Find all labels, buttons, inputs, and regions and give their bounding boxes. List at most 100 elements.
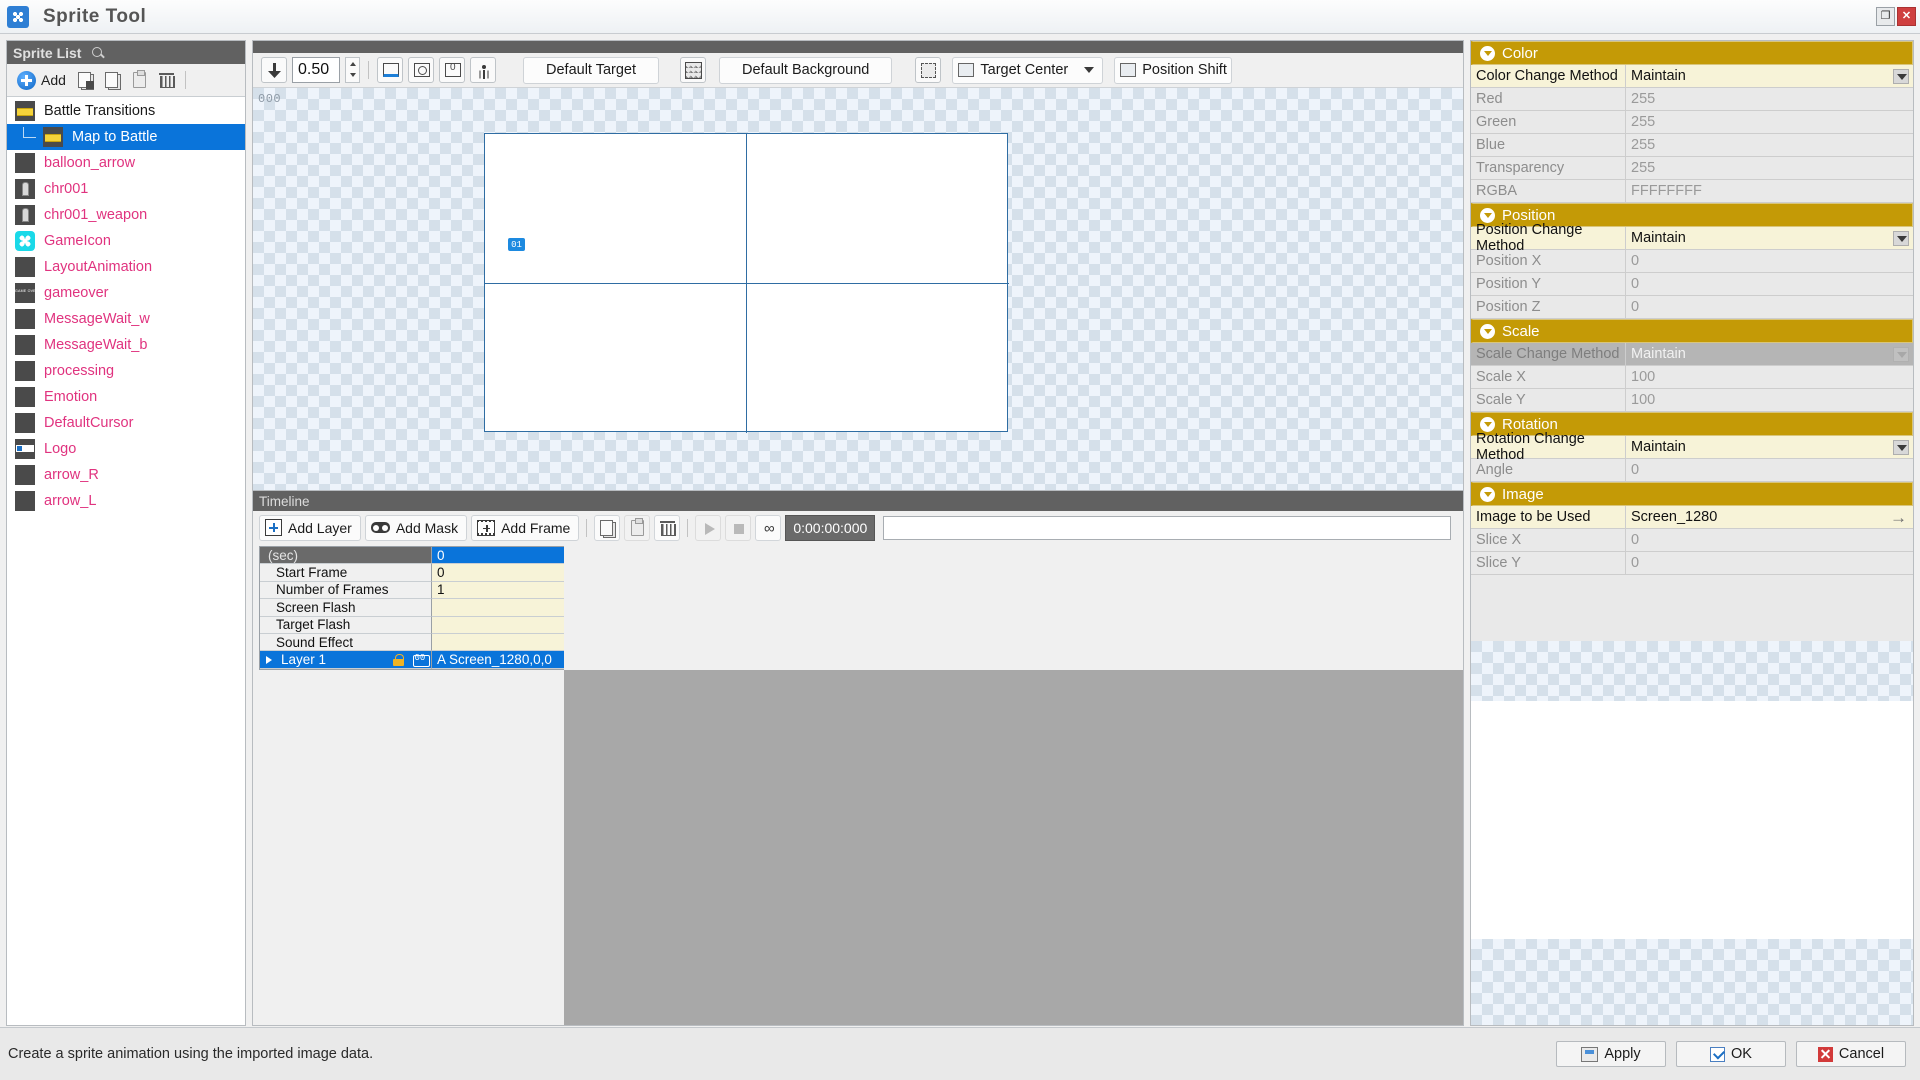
search-icon[interactable] xyxy=(91,46,105,60)
arrow-right-icon[interactable]: → xyxy=(1890,509,1907,526)
timeline-row-value[interactable]: 0 xyxy=(432,547,564,564)
property-row[interactable]: Position Y0 xyxy=(1471,273,1913,296)
property-value[interactable]: Maintain xyxy=(1626,65,1913,88)
timeline-row[interactable]: Target Flash xyxy=(260,617,564,634)
sprite-list-item[interactable]: processing xyxy=(7,358,245,384)
property-row[interactable]: Position Change MethodMaintain xyxy=(1471,227,1913,250)
loop-icon[interactable]: ∞ xyxy=(755,515,781,541)
person-view-icon[interactable] xyxy=(470,57,496,83)
target-image-icon[interactable] xyxy=(680,57,706,83)
add-mask-button[interactable]: Add Mask xyxy=(365,515,467,541)
property-value[interactable]: Maintain xyxy=(1626,343,1913,366)
position-shift-button[interactable]: Position Shift xyxy=(1114,57,1232,84)
add-sprite-button[interactable]: Add xyxy=(13,69,70,92)
property-value[interactable]: 255 xyxy=(1626,88,1913,111)
sprite-stage[interactable] xyxy=(484,133,1008,432)
property-value[interactable]: 0 xyxy=(1626,529,1913,552)
trash-icon[interactable] xyxy=(155,69,178,92)
number-view-icon[interactable] xyxy=(439,57,465,83)
property-value[interactable]: 0 xyxy=(1626,296,1913,319)
ok-button[interactable]: OK xyxy=(1676,1041,1786,1067)
duplicate-icon[interactable] xyxy=(74,69,97,92)
property-row[interactable]: Rotation Change MethodMaintain xyxy=(1471,436,1913,459)
timeline-delete-icon[interactable] xyxy=(654,515,680,541)
property-row[interactable]: Image to be UsedScreen_1280→ xyxy=(1471,506,1913,529)
property-value[interactable]: Maintain xyxy=(1626,436,1913,459)
sprite-list-item[interactable]: MessageWait_w xyxy=(7,306,245,332)
timeline-row-value[interactable] xyxy=(432,634,564,651)
property-value[interactable]: FFFFFFFF xyxy=(1626,180,1913,203)
copy-icon[interactable] xyxy=(101,69,124,92)
sprite-list-item[interactable]: GameIcon xyxy=(7,228,245,254)
close-button[interactable]: ✕ xyxy=(1897,7,1916,26)
timeline-canvas-body[interactable] xyxy=(253,670,1463,1025)
property-row[interactable]: Position Z0 xyxy=(1471,296,1913,319)
properties-panel[interactable]: ColorColor Change MethodMaintainRed255Gr… xyxy=(1470,40,1914,1026)
property-row[interactable]: Transparency255 xyxy=(1471,157,1913,180)
property-row[interactable]: Blue255 xyxy=(1471,134,1913,157)
timeline-row[interactable]: Number of Frames1 xyxy=(260,582,564,599)
property-value[interactable]: 0 xyxy=(1626,552,1913,575)
play-icon[interactable] xyxy=(695,515,721,541)
property-row[interactable]: Position X0 xyxy=(1471,250,1913,273)
timeline-row[interactable]: Start Frame0 xyxy=(260,564,564,581)
property-row[interactable]: Color Change MethodMaintain xyxy=(1471,65,1913,88)
property-value[interactable]: 0 xyxy=(1626,459,1913,482)
zoom-input[interactable]: 0.50 xyxy=(292,57,340,83)
layer-value[interactable]: A Screen_1280,0,0 xyxy=(432,651,564,668)
frame-marker[interactable]: 01 xyxy=(508,238,525,251)
stop-icon[interactable] xyxy=(725,515,751,541)
property-row[interactable]: Angle0 xyxy=(1471,459,1913,482)
property-value[interactable]: 0 xyxy=(1626,273,1913,296)
lock-icon[interactable] xyxy=(393,654,404,666)
zoom-stepper[interactable] xyxy=(345,57,360,83)
timeline-copy-icon[interactable] xyxy=(594,515,620,541)
sprite-list-item[interactable]: Emotion xyxy=(7,384,245,410)
screen-view-icon[interactable] xyxy=(377,57,403,83)
property-value[interactable]: 255 xyxy=(1626,134,1913,157)
add-layer-button[interactable]: Add Layer xyxy=(259,515,361,541)
property-group-header[interactable]: Scale xyxy=(1471,319,1913,343)
timeline-layer-row[interactable]: Layer 1A Screen_1280,0,0 xyxy=(260,651,564,668)
property-value[interactable]: 100 xyxy=(1626,366,1913,389)
property-row[interactable]: Green255 xyxy=(1471,111,1913,134)
sprite-list-item[interactable]: chr001_weapon xyxy=(7,202,245,228)
timeline-row[interactable]: (sec)0 xyxy=(260,547,564,564)
default-target-button[interactable]: Default Target xyxy=(523,57,659,84)
sprite-list-item[interactable]: Logo xyxy=(7,436,245,462)
default-background-button[interactable]: Default Background xyxy=(719,57,892,84)
property-row[interactable]: Slice Y0 xyxy=(1471,552,1913,575)
anchor-icon[interactable] xyxy=(261,57,287,83)
sprite-list-item[interactable]: MessageWait_b xyxy=(7,332,245,358)
timeline-row-value[interactable] xyxy=(432,617,564,634)
canvas-viewport[interactable]: 000 01 xyxy=(253,87,1463,490)
sprite-list-item[interactable]: Battle Transitions xyxy=(7,98,245,124)
property-value[interactable]: 100 xyxy=(1626,389,1913,412)
sprite-list-item[interactable]: gameover xyxy=(7,280,245,306)
paste-icon[interactable] xyxy=(128,69,151,92)
property-row[interactable]: Scale Y100 xyxy=(1471,389,1913,412)
property-group-header[interactable]: Color xyxy=(1471,41,1913,65)
sprite-list[interactable]: Battle TransitionsMap to Battleballoon_a… xyxy=(7,96,245,1025)
triangle-right-icon[interactable] xyxy=(266,656,272,664)
property-row[interactable]: Scale Change MethodMaintain xyxy=(1471,343,1913,366)
sprite-list-item[interactable]: balloon_arrow xyxy=(7,150,245,176)
cancel-button[interactable]: Cancel xyxy=(1796,1041,1906,1067)
property-value[interactable]: 0 xyxy=(1626,250,1913,273)
timeline-paste-icon[interactable] xyxy=(624,515,650,541)
restore-button[interactable]: ❐ xyxy=(1876,7,1895,26)
timeline-row-value[interactable] xyxy=(432,599,564,616)
apply-button[interactable]: Apply xyxy=(1556,1041,1666,1067)
sprite-list-item[interactable]: arrow_L xyxy=(7,488,245,514)
sprite-list-item[interactable]: chr001 xyxy=(7,176,245,202)
timeline-row-value[interactable]: 0 xyxy=(432,564,564,581)
mono-view-icon[interactable] xyxy=(408,57,434,83)
timeline-table[interactable]: (sec)0Start Frame0Number of Frames1Scree… xyxy=(259,546,564,670)
property-value[interactable]: 255 xyxy=(1626,111,1913,134)
timeline-scrubber[interactable] xyxy=(883,516,1451,540)
target-center-dropdown[interactable]: Target Center xyxy=(952,57,1103,84)
sprite-list-item[interactable]: LayoutAnimation xyxy=(7,254,245,280)
chevron-down-icon[interactable] xyxy=(1893,69,1909,84)
background-select-icon[interactable] xyxy=(915,57,941,83)
property-value[interactable]: Maintain xyxy=(1626,227,1913,250)
